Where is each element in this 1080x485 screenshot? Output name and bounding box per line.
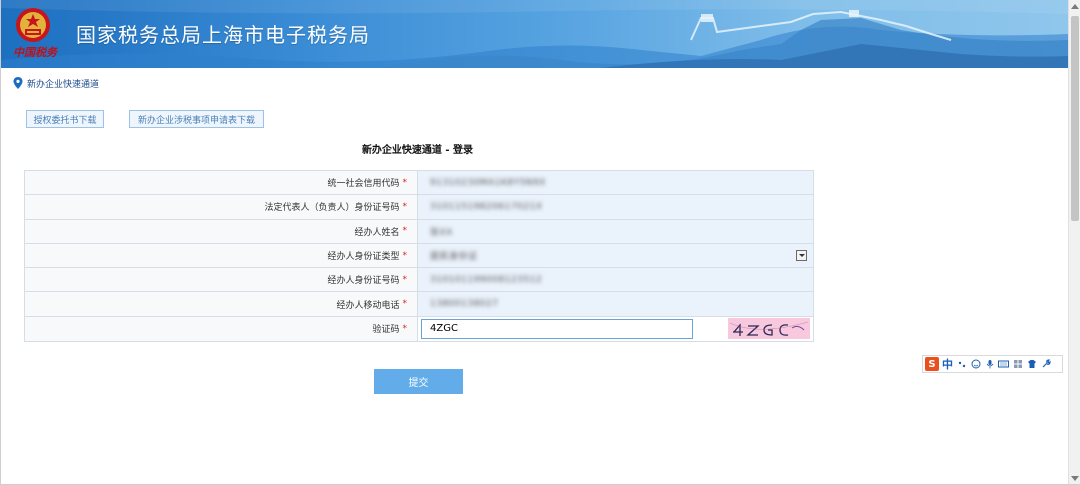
scroll-down-arrow-icon[interactable] <box>1071 476 1079 481</box>
form-row-legal-rep-id: 法定代表人（负责人）身份证号码 * 31011519820617021X <box>25 195 813 220</box>
breadcrumb: 新办企业快速通道 <box>13 76 99 90</box>
captcha-glyphs <box>729 321 809 336</box>
form-row-captcha: 验证码 * <box>25 316 813 342</box>
field-value-blurred: 31011519820617021X <box>430 201 543 212</box>
dropdown-arrow-icon[interactable] <box>796 249 807 261</box>
field-label: 法定代表人（负责人）身份证号码 <box>264 203 400 214</box>
vertical-scrollbar[interactable] <box>1068 0 1080 484</box>
submit-button[interactable]: 提交 <box>374 369 463 394</box>
field-value-blurred: 居民身份证 <box>430 252 478 263</box>
form-row-agent-id-number: 经办人身份证号码 * 310101199008123512 <box>25 268 813 293</box>
field-label: 统一社会信用代码 <box>327 179 400 190</box>
browser-viewport: 中国税务 国家税务总局上海市电子税务局 新办企业快速通道 授权委托书下载 新办企… <box>0 0 1080 485</box>
form-row-agent-id-type: 经办人身份证类型 * 居民身份证 <box>25 243 813 269</box>
site-header-banner: 中国税务 国家税务总局上海市电子税务局 <box>1 0 1068 68</box>
form-title: 新办企业快速通道 - 登录 <box>361 145 474 156</box>
auth-letter-download-button[interactable]: 授权委托书下载 <box>26 110 104 128</box>
field-label: 经办人移动电话 <box>336 300 400 311</box>
required-mark: * <box>402 323 408 334</box>
tax-emblem-icon <box>16 8 50 42</box>
form-label-cell: 统一社会信用代码 * <box>25 171 418 195</box>
voice-icon[interactable] <box>984 359 995 370</box>
breadcrumb-label[interactable]: 新办企业快速通道 <box>27 77 99 90</box>
location-pin-icon <box>13 77 23 89</box>
required-mark: * <box>402 299 408 310</box>
brand-script-logo: 中国税务 <box>13 46 57 59</box>
settings-icon[interactable] <box>1040 359 1051 370</box>
captcha-cell <box>418 316 813 342</box>
scroll-up-arrow-icon[interactable] <box>1071 4 1079 9</box>
tools-icon[interactable] <box>1012 359 1023 370</box>
legal-rep-id-field[interactable]: 31011519820617021X <box>418 195 813 219</box>
required-mark: * <box>402 226 408 237</box>
form-label-cell: 法定代表人（负责人）身份证号码 * <box>25 195 418 219</box>
login-form-table: 统一社会信用代码 * 91310230MA1K8Y5N9X 法定代表人（负责人）… <box>24 170 814 343</box>
captcha-input[interactable] <box>421 318 693 339</box>
field-label: 经办人身份证类型 <box>327 252 400 263</box>
site-title: 国家税务总局上海市电子税务局 <box>76 23 370 47</box>
required-mark: * <box>402 201 408 212</box>
emoji-icon[interactable] <box>970 359 981 370</box>
agent-id-number-field[interactable]: 310101199008123512 <box>418 268 813 292</box>
agent-id-type-select[interactable]: 居民身份证 <box>418 243 813 268</box>
ime-toolbar[interactable]: S 中 <box>922 355 1063 373</box>
field-value-blurred: 13800138027 <box>430 299 499 310</box>
agent-name-field[interactable]: 张XX <box>418 219 813 243</box>
punctuation-icon[interactable] <box>956 359 967 370</box>
skin-icon[interactable] <box>1026 359 1037 370</box>
field-label: 验证码 <box>372 325 400 336</box>
tax-form-download-button[interactable]: 新办企业涉税事项申请表下载 <box>129 110 264 128</box>
form-row-agent-phone: 经办人移动电话 * 13800138027 <box>25 292 813 317</box>
field-value-blurred: 310101199008123512 <box>430 274 543 285</box>
field-label: 经办人姓名 <box>354 227 400 238</box>
form-label-cell: 经办人身份证类型 * <box>25 243 418 268</box>
form-label-cell: 经办人姓名 * <box>25 219 418 243</box>
required-mark: * <box>402 250 408 261</box>
scrollbar-thumb[interactable] <box>1071 16 1079 221</box>
form-label-cell: 经办人移动电话 * <box>25 292 418 316</box>
captcha-image[interactable] <box>728 317 810 339</box>
form-row-credit-code: 统一社会信用代码 * 91310230MA1K8Y5N9X <box>25 171 813 196</box>
form-label-cell: 经办人身份证号码 * <box>25 268 418 292</box>
required-mark: * <box>402 177 408 188</box>
form-label-cell: 验证码 * <box>25 316 418 342</box>
field-value-blurred: 91310230MA1K8Y5N9X <box>430 177 546 188</box>
required-mark: * <box>402 274 408 285</box>
agent-phone-field[interactable]: 13800138027 <box>418 292 813 316</box>
form-row-agent-name: 经办人姓名 * 张XX <box>25 219 813 244</box>
ime-language-toggle[interactable]: 中 <box>942 356 953 372</box>
field-label: 经办人身份证号码 <box>327 276 400 287</box>
ime-logo-icon[interactable]: S <box>925 357 939 371</box>
field-value-blurred: 张XX <box>430 227 453 238</box>
keyboard-icon[interactable] <box>998 359 1009 370</box>
credit-code-field[interactable]: 91310230MA1K8Y5N9X <box>418 171 813 195</box>
